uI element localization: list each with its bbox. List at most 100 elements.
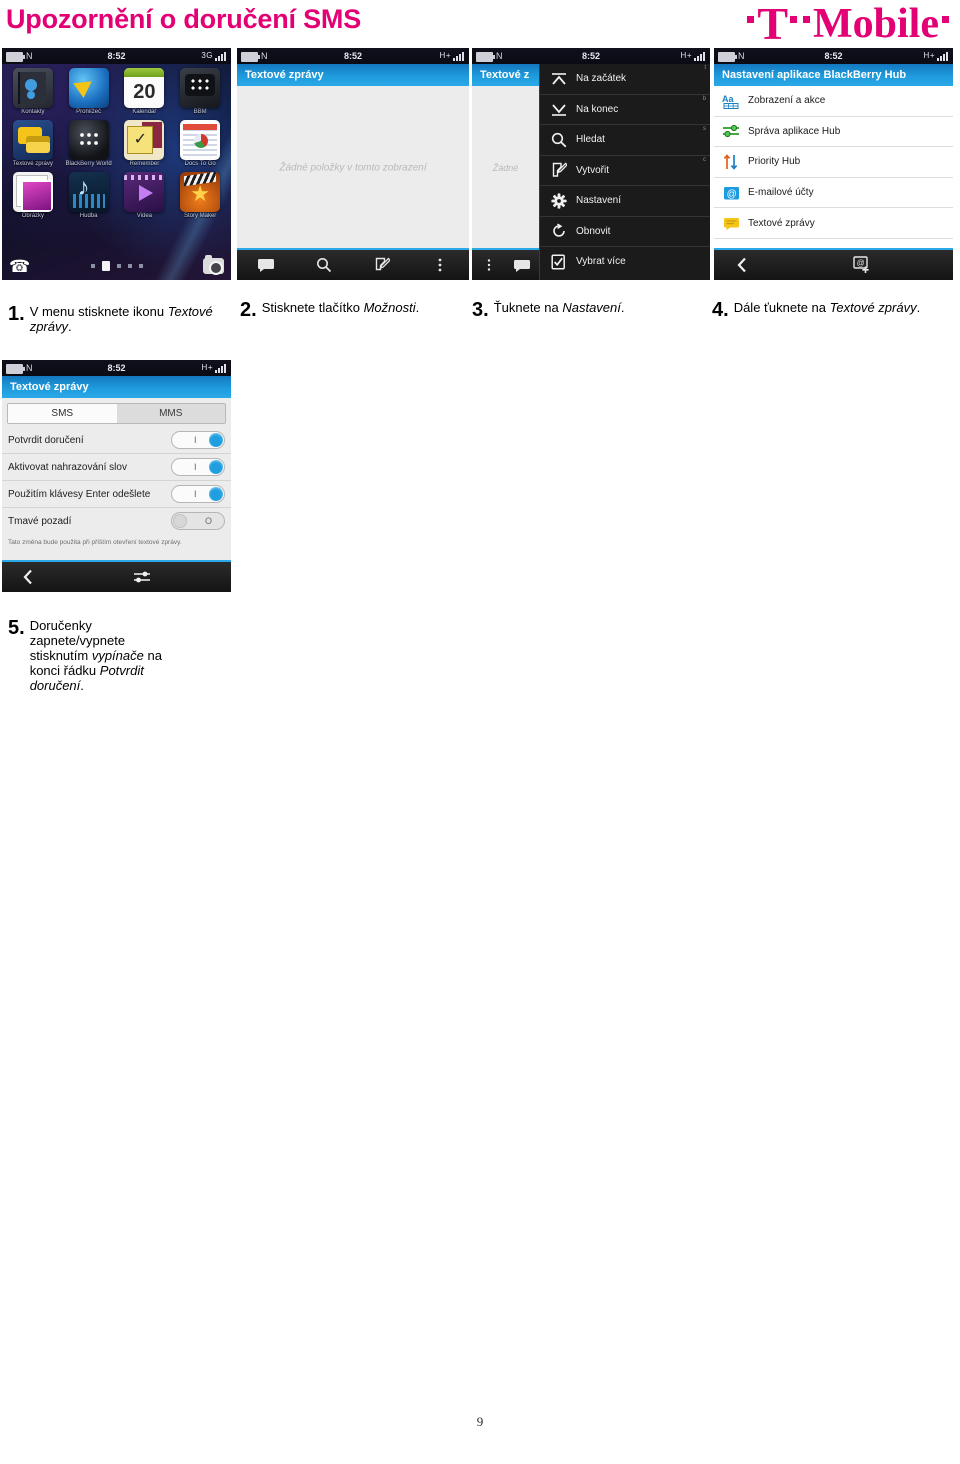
app-prohlizec[interactable]: Prohlížeč: [62, 68, 116, 116]
pictures-icon: [12, 172, 53, 212]
bottom-toolbar: @: [714, 248, 953, 280]
menu-item-na-konec[interactable]: Na konec b: [540, 95, 710, 125]
camera-icon[interactable]: [203, 255, 224, 275]
step-text: Ťuknete na Nastavení.: [494, 300, 625, 320]
toggle-enter-odeslete[interactable]: I: [171, 485, 225, 503]
app-label: Remember: [129, 161, 160, 167]
menu-item-na-zacatek[interactable]: Na začátek t: [540, 64, 710, 95]
setting-note: Tato změna bude použita při příštím otev…: [2, 534, 231, 547]
compose-icon[interactable]: [353, 257, 411, 273]
bottom-toolbar: [237, 248, 469, 280]
status-signal: H+: [440, 48, 465, 64]
tab-sms[interactable]: SMS: [8, 404, 117, 423]
app-label: BBM: [193, 109, 207, 115]
status-clock: 8:52: [343, 51, 362, 61]
step-text-plain: V menu stisknete ikonu: [29, 304, 168, 319]
hub-item-priority-hub[interactable]: Priority Hub: [714, 147, 953, 178]
app-hudba[interactable]: Hudba: [62, 172, 116, 220]
setting-row-tmave-pozadi[interactable]: Tmavé pozadí O: [2, 508, 231, 534]
toggle-mark: O: [204, 516, 212, 526]
hub-item-label: Zobrazení a akce: [748, 95, 826, 107]
screen-title: Nastavení aplikace BlackBerry Hub: [714, 64, 953, 86]
app-grid: Kontakty Prohlížeč 20 Kalendář BBM Texto…: [6, 68, 227, 220]
step-number: 4.: [712, 299, 729, 321]
messages-icon[interactable]: [237, 258, 295, 272]
signal-bars-icon: [453, 51, 465, 61]
app-textove-zpravy[interactable]: Textové zprávy: [6, 120, 60, 168]
compose-icon: [548, 162, 570, 178]
home-wallpaper: Kontakty Prohlížeč 20 Kalendář BBM Texto…: [2, 64, 231, 280]
display-actions-icon: Aa: [720, 92, 742, 110]
settings-sliders-icon[interactable]: [54, 569, 231, 585]
app-label: Story Maker: [183, 213, 217, 219]
tab-mms[interactable]: MMS: [116, 404, 225, 423]
app-remember[interactable]: Remember: [118, 120, 172, 168]
status-bar: N 8:52 H+: [714, 48, 953, 64]
toggle-mark: I: [194, 435, 197, 445]
select-more-icon: [548, 254, 570, 270]
app-obrazky[interactable]: Obrázky: [6, 172, 60, 220]
step-text-tail: .: [80, 678, 84, 693]
step-1: 1. V menu stisknete ikonu Textové zprávy…: [8, 304, 223, 334]
toggle-nahrazovani-slov[interactable]: I: [171, 458, 225, 476]
messages-body: Žádné: [472, 86, 539, 250]
setting-row-nahrazovani-slov[interactable]: Aktivovat nahrazování slov I: [2, 454, 231, 481]
menu-item-obnovit[interactable]: Obnovit: [540, 217, 710, 247]
setting-row-enter-odeslete[interactable]: Použitím klávesy Enter odešlete I: [2, 481, 231, 508]
app-kalendar[interactable]: 20 Kalendář: [118, 68, 172, 116]
status-signal: H+: [924, 48, 949, 64]
music-icon: [68, 172, 109, 212]
app-docs-to-go[interactable]: Docs To Go: [173, 120, 227, 168]
status-clock: 8:52: [107, 51, 126, 61]
app-label: Hudba: [79, 213, 98, 219]
arrow-to-top-icon: [548, 72, 570, 86]
back-icon[interactable]: [2, 569, 54, 585]
menu-item-nastaveni[interactable]: Nastavení: [540, 186, 710, 217]
empty-state-text: Žádné položky v tomto zobrazení: [279, 162, 427, 174]
toggle-tmave-pozadi[interactable]: O: [171, 512, 225, 530]
hub-item-sprava-aplikace-hub[interactable]: Správa aplikace Hub: [714, 117, 953, 148]
docs-to-go-icon: [180, 120, 221, 160]
toggle-knob: [209, 460, 223, 474]
toggle-potvrdit-doruceni[interactable]: I: [171, 431, 225, 449]
step-text-emphasis: vypínače: [91, 648, 144, 663]
toggle-mark: I: [194, 462, 197, 472]
screen-title: Textové zprávy: [237, 64, 469, 86]
hub-item-zobrazeni-a-akce[interactable]: Aa Zobrazení a akce: [714, 86, 953, 117]
menu-item-vytvorit[interactable]: Vytvořit c: [540, 156, 710, 186]
phone-icon[interactable]: ☎: [9, 258, 30, 275]
app-label: BlackBerry World: [65, 161, 112, 167]
hub-item-textove-zpravy[interactable]: Textové zprávy: [714, 208, 953, 239]
hub-item-emailove-ucty[interactable]: @ E-mailové účty: [714, 178, 953, 209]
step-text: Doručenky zapnete/vypnete stisknutím vyp…: [30, 618, 173, 693]
step-text-plain: Dále ťuknete na: [733, 300, 830, 315]
app-videa[interactable]: Videa: [118, 172, 172, 220]
app-bbm[interactable]: BBM: [173, 68, 227, 116]
network-type-label: H+: [439, 51, 451, 60]
options-menu-popup: Na začátek t Na konec b Hledat s Vytvoři…: [539, 64, 710, 280]
menu-shortcut: s: [703, 126, 706, 132]
app-blackberry-world[interactable]: BlackBerry World: [62, 120, 116, 168]
network-type-label: 3G: [201, 51, 213, 60]
page-indicator: [90, 261, 143, 271]
status-signal: H+: [202, 360, 227, 376]
add-account-icon[interactable]: @: [770, 256, 953, 274]
app-story-maker[interactable]: Story Maker: [173, 172, 227, 220]
menu-item-vybrat-vice[interactable]: Vybrat více: [540, 247, 710, 277]
hub-item-label: Textové zprávy: [748, 217, 815, 229]
app-label: Obrázky: [21, 213, 45, 219]
overflow-menu-icon[interactable]: [472, 258, 506, 272]
app-label: Kalendář: [132, 109, 157, 115]
back-icon[interactable]: [714, 257, 770, 273]
setting-row-potvrdit-doruceni[interactable]: Potvrdit doručení I: [2, 427, 231, 454]
menu-item-hledat[interactable]: Hledat s: [540, 125, 710, 156]
setting-label: Potvrdit doručení: [8, 434, 84, 446]
hub-item-label: Priority Hub: [748, 156, 801, 168]
messages-icon[interactable]: [506, 259, 540, 272]
app-label: Textové zprávy: [12, 161, 53, 167]
app-kontakty[interactable]: Kontakty: [6, 68, 60, 116]
step-text-tail: .: [415, 300, 420, 315]
search-icon[interactable]: [295, 257, 353, 273]
overflow-menu-icon[interactable]: [411, 257, 469, 273]
hub-management-icon: [720, 122, 742, 140]
